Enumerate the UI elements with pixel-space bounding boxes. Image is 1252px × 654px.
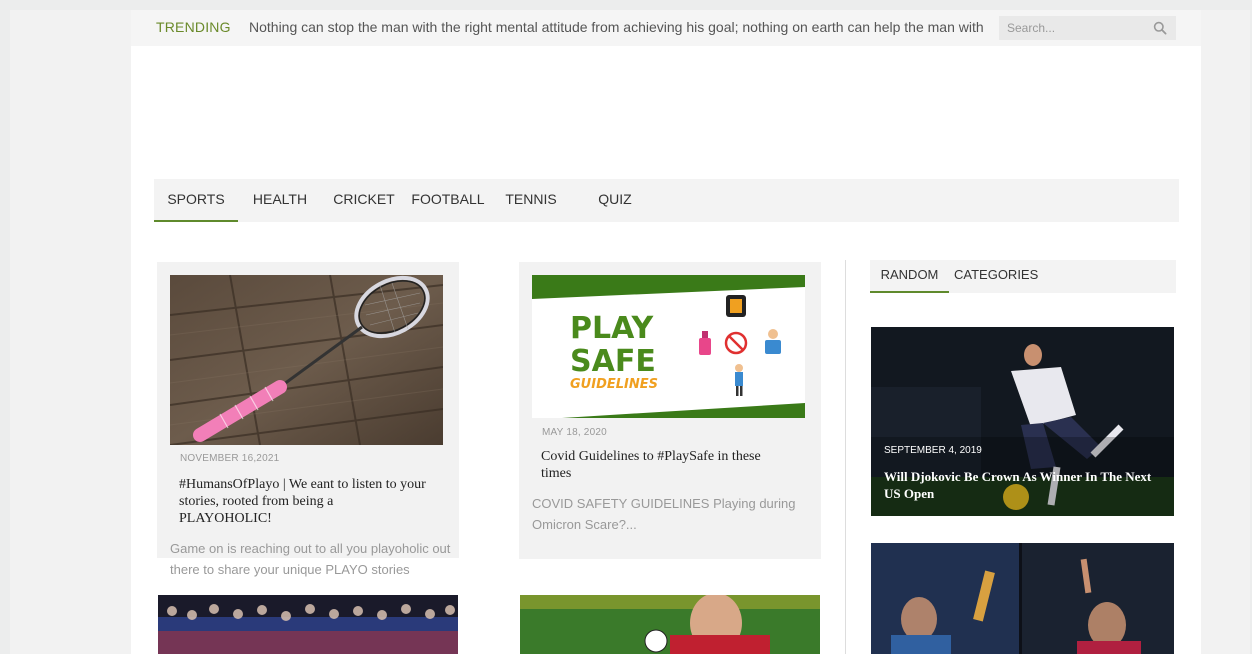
post-image-crowd[interactable] [158, 595, 458, 654]
trending-ticker[interactable]: Nothing can stop the man with the right … [249, 19, 984, 35]
post-title[interactable]: #HumansOfPlayo | We eant to listen to yo… [179, 476, 429, 527]
nav-tab-quiz[interactable]: QUIZ [590, 179, 640, 222]
footballer-image [520, 595, 820, 654]
badminton-racket-image [170, 275, 443, 445]
main-nav: SPORTS HEALTH CRICKET FOOTBALL TENNIS QU… [154, 179, 1179, 222]
sidebar-tab-random[interactable]: RANDOM [870, 260, 949, 293]
column-divider [845, 260, 846, 654]
sidebar-tab-categories[interactable]: CATEGORIES [954, 260, 1038, 293]
sidebar-tabs: RANDOM CATEGORIES [870, 260, 1176, 293]
page: TRENDING Nothing can stop the man with t… [0, 0, 1252, 654]
main-container: TRENDING Nothing can stop the man with t… [131, 10, 1201, 654]
nav-tab-cricket[interactable]: CRICKET [332, 179, 396, 222]
nav-tab-football[interactable]: FOOTBALL [410, 179, 486, 222]
crowd-image [158, 595, 458, 654]
gadget-icon [726, 295, 746, 317]
post-image-play-safe[interactable]: PLAY SAFE GUIDELINES [532, 275, 805, 418]
post-excerpt: COVID SAFETY GUIDELINES Playing during O… [532, 496, 796, 532]
nav-tab-health[interactable]: HEALTH [248, 179, 312, 222]
post-card[interactable]: PLAY SAFE GUIDELINES MAY 18, 2020 Covid … [519, 262, 821, 559]
post-image-footballer[interactable] [520, 595, 820, 654]
sidebar-post-date: SEPTEMBER 4, 2019 [884, 445, 982, 456]
graphic-text-play: PLAY [570, 311, 654, 346]
graphic-text-guidelines: GUIDELINES [570, 377, 658, 392]
nav-tab-tennis[interactable]: TENNIS [502, 179, 560, 222]
sidebar-post-card[interactable]: SEPTEMBER 4, 2019 Will Djokovic Be Crown… [871, 327, 1174, 516]
post-date: MAY 18, 2020 [542, 427, 607, 438]
graphic-text-safe: SAFE [570, 344, 656, 379]
search-icon[interactable] [1153, 21, 1167, 35]
cricket-celebration-image [871, 543, 1174, 654]
post-image-badminton-racket[interactable] [170, 275, 443, 445]
search-input[interactable] [999, 16, 1149, 40]
post-card[interactable]: NOVEMBER 16,2021 #HumansOfPlayo | We ean… [157, 262, 459, 577]
trending-label: TRENDING [156, 19, 231, 35]
search-box [999, 16, 1176, 40]
post-title[interactable]: Covid Guidelines to #PlaySafe in these t… [541, 448, 781, 482]
play-safe-graphic: PLAY SAFE GUIDELINES [532, 275, 805, 418]
nav-tab-sports[interactable]: SPORTS [154, 179, 238, 222]
post-date: NOVEMBER 16,2021 [180, 453, 280, 464]
sidebar-post-card[interactable] [871, 543, 1174, 654]
sidebar-post-title[interactable]: Will Djokovic Be Crown As Winner In The … [884, 468, 1154, 502]
top-bar: TRENDING Nothing can stop the man with t… [131, 10, 1201, 46]
post-excerpt: Game on is reaching out to all you playo… [170, 541, 451, 577]
